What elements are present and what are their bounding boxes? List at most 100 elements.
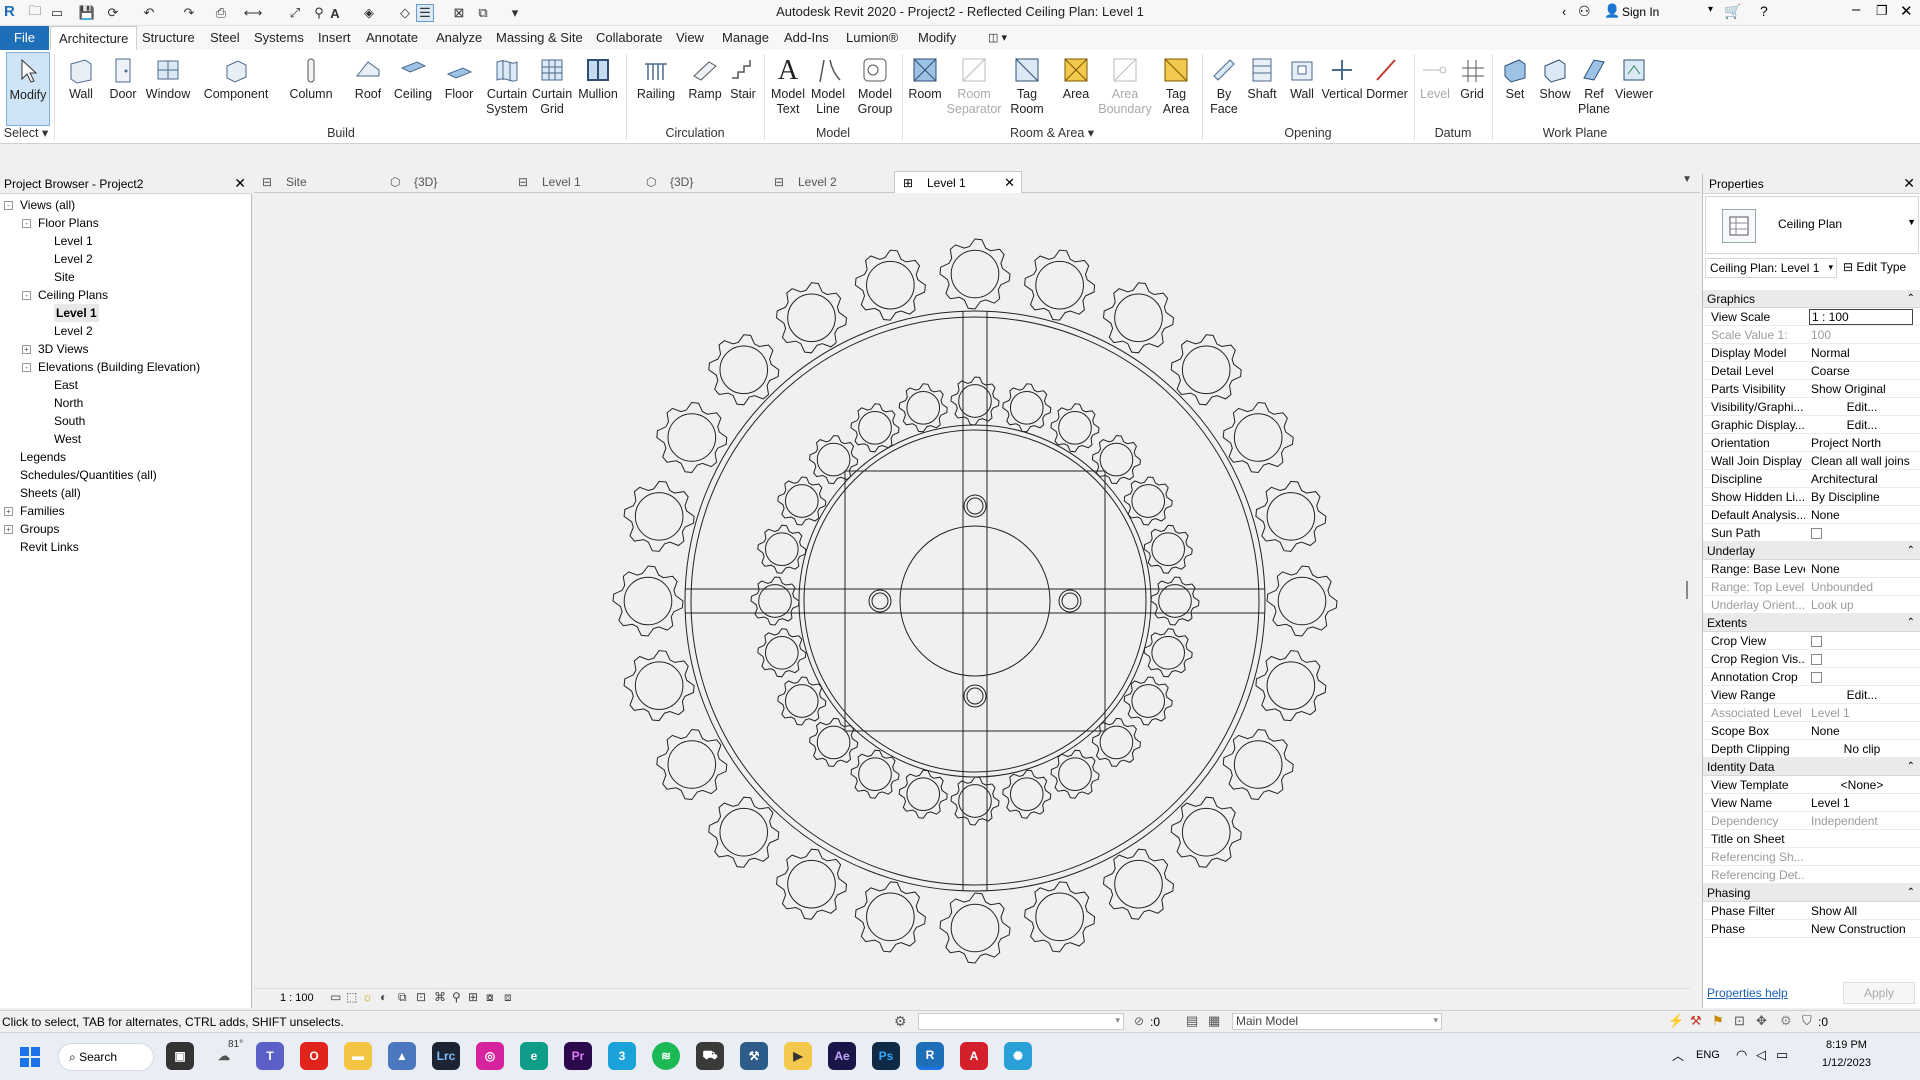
volume-icon[interactable]: ◁ xyxy=(1756,1047,1766,1063)
grid-button[interactable]: Grid xyxy=(1456,52,1488,126)
teams-icon[interactable]: T xyxy=(256,1042,284,1070)
outer-light-fixture-core[interactable] xyxy=(866,892,915,942)
edit-type-button[interactable]: ⊟ Edit Type xyxy=(1843,260,1906,274)
model-line-button[interactable]: Model Line xyxy=(808,52,848,126)
door-button[interactable]: Door xyxy=(104,52,142,126)
app-media-icon[interactable]: ▶ xyxy=(784,1042,812,1070)
curtain-grid-button[interactable]: Curtain Grid xyxy=(532,52,572,126)
spotify-icon[interactable]: ≋ xyxy=(652,1042,680,1070)
visual-style-icon[interactable]: ⬚ xyxy=(346,990,357,1004)
outer-light-fixture[interactable] xyxy=(775,282,848,354)
outer-light-fixture-core[interactable] xyxy=(1181,807,1231,857)
outer-light-fixture-core[interactable] xyxy=(1114,293,1163,343)
browser-item[interactable]: - Views (all) xyxy=(0,196,250,214)
app-drive-icon[interactable]: ⛟ xyxy=(696,1042,724,1070)
view-tab-3d-2[interactable]: ⬡ {3D} xyxy=(638,171,766,193)
property-section-header[interactable]: Extents ⌃ xyxy=(1703,614,1920,632)
property-section-header[interactable]: Phasing ⌃ xyxy=(1703,884,1920,902)
property-value[interactable]: By Discipline xyxy=(1809,488,1913,506)
clock-date[interactable]: 1/12/2023 xyxy=(1822,1057,1871,1069)
lightroom-icon[interactable]: Lrc xyxy=(432,1042,460,1070)
property-value[interactable]: Architectural xyxy=(1809,470,1913,488)
inner-light-fixture-core[interactable] xyxy=(758,584,792,618)
view-tab-3d[interactable]: ⬡ {3D} xyxy=(382,171,510,193)
inner-light-fixture-core[interactable] xyxy=(906,390,941,425)
outer-light-fixture-core[interactable] xyxy=(1233,740,1283,789)
set-button[interactable]: Set xyxy=(1498,52,1532,126)
reflected-ceiling-plan-drawing[interactable] xyxy=(254,193,1690,988)
tab-view[interactable]: View xyxy=(668,26,712,50)
drawing-canvas[interactable] xyxy=(254,193,1690,998)
binoculars-icon[interactable]: ⚇ xyxy=(1578,3,1591,20)
analytical-model-icon[interactable]: ⧈ xyxy=(504,990,512,1005)
windows-start-icon[interactable] xyxy=(20,1047,40,1067)
cart-icon[interactable]: 🛒 xyxy=(1724,3,1741,20)
show-button[interactable]: Show xyxy=(1536,52,1574,126)
ramp-button[interactable]: Ramp xyxy=(684,52,726,126)
temporary-properties-icon[interactable]: ⧇ xyxy=(486,990,494,1005)
outer-light-fixture[interactable] xyxy=(939,892,1011,964)
inner-light-fixture-core[interactable] xyxy=(1009,777,1044,812)
outer-light-fixture-core[interactable] xyxy=(950,903,1000,953)
property-value[interactable]: Project North xyxy=(1809,434,1913,452)
browser-item[interactable]: - Elevations (Building Elevation) xyxy=(0,358,250,376)
checkbox[interactable] xyxy=(1811,528,1822,540)
window-button[interactable]: Window xyxy=(144,52,192,126)
inner-light-fixture-core[interactable] xyxy=(1009,390,1044,425)
property-section-header[interactable]: Identity Data ⌃ xyxy=(1703,758,1920,776)
background-process-icon[interactable]: ⚙ xyxy=(1780,1013,1792,1029)
outer-light-fixture[interactable] xyxy=(656,401,728,474)
close-window-icon[interactable]: ✕ xyxy=(1900,2,1913,20)
collapse-section-icon[interactable]: ⌃ xyxy=(1907,884,1915,902)
outer-light-fixture-core[interactable] xyxy=(623,576,673,626)
taskbar-search[interactable]: ⌕ Search xyxy=(58,1043,154,1071)
property-value[interactable]: 1 : 100 xyxy=(1809,309,1913,325)
collapse-section-icon[interactable]: ⌃ xyxy=(1907,290,1915,308)
inner-light-fixture-core[interactable] xyxy=(958,384,992,418)
minimize-icon[interactable]: – xyxy=(1852,1,1860,18)
property-value[interactable]: None xyxy=(1809,722,1913,740)
exclude-options-icon[interactable]: ▦ xyxy=(1208,1013,1220,1029)
area-boundary-button[interactable]: Area Boundary xyxy=(1098,52,1152,126)
property-edit-button[interactable]: Edit... xyxy=(1809,686,1913,704)
wall-button[interactable]: Wall xyxy=(62,52,100,126)
property-edit-button[interactable]: <None> xyxy=(1809,776,1913,794)
outer-light-fixture[interactable] xyxy=(1222,401,1294,474)
tab-lumion[interactable]: Lumion® xyxy=(838,26,906,50)
property-checkbox[interactable] xyxy=(1809,632,1913,650)
tray-chevron-icon[interactable]: ︿ xyxy=(1672,1047,1684,1064)
unlock-icon[interactable]: ⌘ xyxy=(434,990,446,1004)
by-face-button[interactable]: By Face xyxy=(1206,52,1242,126)
panel-select-label[interactable]: Select ▾ xyxy=(0,124,52,142)
outer-light-fixture[interactable] xyxy=(1102,282,1175,354)
modify-button[interactable]: Modify xyxy=(6,52,50,126)
outer-light-fixture[interactable] xyxy=(1170,796,1242,868)
inner-light-fixture-core[interactable] xyxy=(784,684,819,718)
crop-view-icon[interactable]: ⧉ xyxy=(398,990,407,1005)
model-text-button[interactable]: A Model Text xyxy=(768,52,808,126)
outer-light-fixture[interactable] xyxy=(708,796,780,868)
hide-isolate-icon[interactable]: ⚲ xyxy=(452,990,461,1004)
crop-region-icon[interactable]: ⊡ xyxy=(416,990,426,1004)
central-dome-circle[interactable] xyxy=(899,525,1051,677)
browser-item[interactable]: Legends xyxy=(0,448,250,466)
inner-light-fixture-core[interactable] xyxy=(1158,584,1192,618)
browser-item[interactable]: Revit Links xyxy=(0,538,250,556)
property-checkbox[interactable] xyxy=(1809,650,1913,668)
ceiling-button[interactable]: Ceiling xyxy=(390,52,436,126)
tag-area-button[interactable]: Tag Area xyxy=(1154,52,1198,126)
outer-light-fixture[interactable] xyxy=(1102,848,1175,920)
select-pinned-icon[interactable]: ⚑ xyxy=(1712,1013,1724,1029)
tab-systems[interactable]: Systems xyxy=(246,26,312,50)
inner-light-fixture-core[interactable] xyxy=(1151,532,1186,567)
outer-light-fixture-core[interactable] xyxy=(866,260,915,310)
outer-light-fixture-core[interactable] xyxy=(719,345,769,395)
property-section-header[interactable]: Underlay ⌃ xyxy=(1703,542,1920,560)
photos-icon[interactable]: ▲ xyxy=(388,1042,416,1070)
outer-light-fixture-core[interactable] xyxy=(1277,576,1327,626)
browser-item[interactable]: Level 2 xyxy=(0,322,250,340)
outer-light-fixture-core[interactable] xyxy=(1035,260,1084,310)
property-section-header[interactable]: Graphics ⌃ xyxy=(1703,290,1920,308)
sign-in-link[interactable]: Sign In xyxy=(1622,5,1659,19)
properties-help-link[interactable]: Properties help xyxy=(1707,986,1788,1000)
